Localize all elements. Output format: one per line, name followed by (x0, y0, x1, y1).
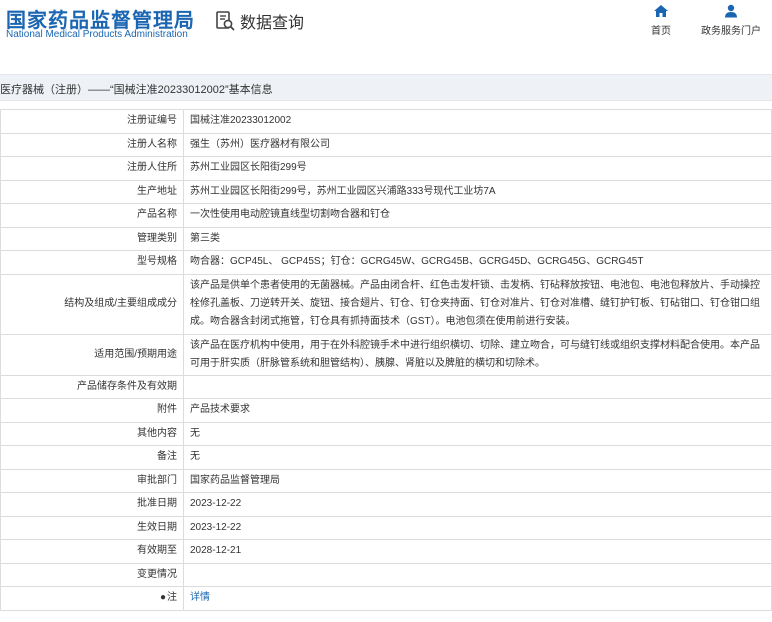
row-label: 结构及组成/主要组成成分 (0, 273, 184, 335)
row-value: 2023-12-22 (183, 515, 772, 540)
row-value: 第三类 (183, 226, 772, 251)
table-row: 生产地址 苏州工业园区长阳街299号，苏州工业园区兴浦路333号现代工业坊7A (0, 179, 772, 204)
table-row: 注册人名称 强生（苏州）医疗器材有限公司 (0, 132, 772, 157)
row-label: 备注 (0, 445, 184, 470)
nav-service-portal-label: 政务服务门户 (701, 26, 761, 37)
row-label: 批准日期 (0, 492, 184, 517)
record-title: 医疗器械（注册）——“国械注准20233012002”基本信息 (0, 84, 273, 96)
row-value (183, 374, 772, 399)
row-label: 变更情况 (0, 562, 184, 587)
row-value: 国械注准20233012002 (183, 109, 772, 134)
table-row: 变更情况 (0, 562, 772, 587)
row-value: 2023-12-22 (183, 492, 772, 517)
registration-detail-table: 注册证编号 国械注准20233012002 注册人名称 强生（苏州）医疗器材有限… (0, 109, 772, 611)
row-label: 附件 (0, 398, 184, 423)
data-query-label: 数据查询 (240, 15, 305, 32)
row-label: 产品储存条件及有效期 (0, 374, 184, 399)
row-label: 注册人住所 (0, 156, 184, 181)
data-query-heading: 数据查询 (214, 9, 304, 33)
table-row: 适用范围/预期用途 该产品在医疗机构中使用，用于在外科腔镜手术中进行组织横切、切… (0, 333, 772, 376)
row-value: 强生（苏州）医疗器材有限公司 (183, 132, 772, 157)
table-row: 备注 无 (0, 445, 772, 470)
document-search-icon (214, 10, 236, 32)
row-label: 产品名称 (0, 203, 184, 228)
row-value: 苏州工业园区长阳街299号 (183, 156, 772, 181)
row-value: 无 (183, 445, 772, 470)
row-label: 审批部门 (0, 468, 184, 493)
note-value-cell: 详情 (183, 586, 772, 611)
table-row: ●注 详情 (0, 586, 772, 611)
table-row: 注册人住所 苏州工业园区长阳街299号 (0, 156, 772, 181)
row-label: 型号规格 (0, 250, 184, 275)
row-value: 国家药品监督管理局 (183, 468, 772, 493)
nav-home[interactable]: 首页 (626, 4, 696, 37)
table-row: 其他内容 无 (0, 421, 772, 446)
row-label: 其他内容 (0, 421, 184, 446)
site-header: 国家药品监督管理局 National Medical Products Admi… (0, 0, 772, 70)
row-value: 该产品在医疗机构中使用，用于在外科腔镜手术中进行组织横切、切除、建立吻合，可与缝… (183, 333, 772, 376)
nav-service-portal[interactable]: 政务服务门户 (696, 4, 766, 37)
table-row: 批准日期 2023-12-22 (0, 492, 772, 517)
table-row: 有效期至 2028-12-21 (0, 539, 772, 564)
row-label: 生产地址 (0, 179, 184, 204)
table-row: 型号规格 吻合器：GCP45L、 GCP45S；钉仓：GCRG45W、GCRG4… (0, 250, 772, 275)
logo-subtitle: National Medical Products Administration (6, 29, 188, 40)
table-row: 结构及组成/主要组成成分 该产品是供单个患者使用的无菌器械。产品由闭合杆、红色击… (0, 273, 772, 335)
page: 国家药品监督管理局 National Medical Products Admi… (0, 0, 772, 622)
row-value: 2028-12-21 (183, 539, 772, 564)
nav-home-label: 首页 (651, 26, 671, 37)
row-value: 吻合器：GCP45L、 GCP45S；钉仓：GCRG45W、GCRG45B、GC… (183, 250, 772, 275)
row-label: 管理类别 (0, 226, 184, 251)
row-value: 一次性使用电动腔镜直线型切割吻合器和钉仓 (183, 203, 772, 228)
row-value (183, 562, 772, 587)
row-label: 注册证编号 (0, 109, 184, 134)
table-row: 生效日期 2023-12-22 (0, 515, 772, 540)
pin-icon: ● (159, 592, 166, 604)
table-row: 产品储存条件及有效期 (0, 374, 772, 399)
row-label: 有效期至 (0, 539, 184, 564)
details-link[interactable]: 详情 (190, 592, 210, 603)
row-label: 注 (167, 592, 177, 604)
row-value: 苏州工业园区长阳街299号，苏州工业园区兴浦路333号现代工业坊7A (183, 179, 772, 204)
row-label: 适用范围/预期用途 (0, 333, 184, 376)
row-label: 生效日期 (0, 515, 184, 540)
row-label: 注册人名称 (0, 132, 184, 157)
table-row: 产品名称 一次性使用电动腔镜直线型切割吻合器和钉仓 (0, 203, 772, 228)
row-value: 无 (183, 421, 772, 446)
note-label-cell: ●注 (0, 586, 184, 611)
home-icon (654, 5, 668, 17)
user-icon (725, 4, 737, 18)
row-value: 产品技术要求 (183, 398, 772, 423)
table-row: 管理类别 第三类 (0, 226, 772, 251)
table-row: 注册证编号 国械注准20233012002 (0, 109, 772, 134)
row-value: 该产品是供单个患者使用的无菌器械。产品由闭合杆、红色击发杆锁、击发柄、钉砧释放按… (183, 273, 772, 335)
table-row: 附件 产品技术要求 (0, 398, 772, 423)
record-title-bar: 医疗器械（注册）——“国械注准20233012002”基本信息 (0, 74, 772, 101)
table-row: 审批部门 国家药品监督管理局 (0, 468, 772, 493)
